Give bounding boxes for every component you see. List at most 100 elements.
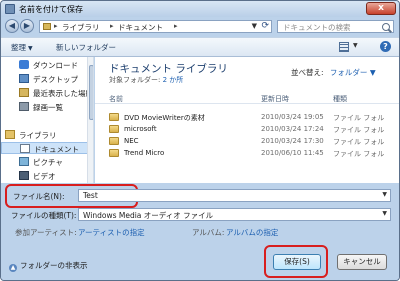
file-date: 2010/06/10 11:45 <box>261 149 324 157</box>
arrange-value: フォルダー <box>329 68 368 77</box>
file-name: Trend Micro <box>124 149 165 157</box>
search-placeholder: ドキュメントの検索 <box>283 23 351 32</box>
back-button[interactable]: ◀ <box>5 19 19 33</box>
download-icon <box>19 60 29 69</box>
file-name: NEC <box>124 137 139 145</box>
nav-item-videos[interactable]: ビデオ <box>1 170 93 182</box>
nav-item-label: ピクチャ <box>33 158 63 167</box>
scroll-thumb[interactable] <box>89 65 93 120</box>
save-button[interactable]: 保存(S) <box>273 254 321 270</box>
refresh-icon[interactable]: ⟳ <box>261 21 269 31</box>
help-icon[interactable]: ? <box>380 41 391 52</box>
nav-item-label: ダウンロード <box>33 61 78 70</box>
navigation-pane: ダウンロード デスクトップ 最近表示した場所 録画一覧 ライブラリ ドキュメント… <box>1 57 94 183</box>
breadcrumb-documents[interactable]: ドキュメント <box>118 22 163 33</box>
chevron-right-icon[interactable]: ▸ <box>174 22 178 30</box>
table-row[interactable]: DVD MovieWriterの素材 2010/03/24 19:05 ファイル… <box>95 111 399 123</box>
filename-value: Test <box>83 191 98 200</box>
view-options-icon[interactable] <box>339 42 349 52</box>
album-label: アルバム: <box>192 228 225 237</box>
nav-item-label: ビデオ <box>33 172 56 181</box>
library-icon <box>43 23 51 30</box>
artist-label: 参加アーティスト: <box>15 228 77 237</box>
folder-icon <box>109 149 119 157</box>
arrange-by: 並べ替え: フォルダー ▼ <box>291 67 376 78</box>
pictures-icon <box>19 157 29 166</box>
chevron-down-icon[interactable]: ▼ <box>252 22 257 30</box>
chevron-down-icon[interactable]: ▼ <box>353 42 358 49</box>
nav-item-label: 最近表示した場所 <box>33 89 93 98</box>
breadcrumb-library[interactable]: ライブラリ <box>62 22 100 33</box>
arrange-dropdown[interactable]: フォルダー ▼ <box>330 68 376 77</box>
search-icon <box>382 23 390 31</box>
filetype-value: Windows Media オーディオ ファイル <box>83 211 214 220</box>
file-date: 2010/03/24 17:30 <box>261 137 324 145</box>
column-header: 名前 更新日時 種類 <box>95 92 399 104</box>
save-as-dialog: 名前を付けて保存 x ◀ ▶ ▸ ライブラリ ▸ ドキュメント ▸ ▼ ⟳ ドキ… <box>0 0 400 281</box>
nav-item-recent-places[interactable]: 最近表示した場所 <box>1 87 93 99</box>
table-row[interactable]: Trend Micro 2010/06/10 11:45 ファイル フォル <box>95 147 399 159</box>
nav-item-libraries[interactable]: ライブラリ <box>1 129 93 141</box>
cancel-button[interactable]: キャンセル <box>337 254 387 270</box>
command-bar: 整理 ▼ 新しいフォルダー ▼ ? <box>1 37 399 57</box>
filetype-select[interactable]: Windows Media オーディオ ファイル ▼ <box>78 208 391 221</box>
target-folder-label: 対象フォルダー: <box>109 76 161 84</box>
nav-item-recordings[interactable]: 録画一覧 <box>1 101 93 113</box>
file-date: 2010/03/24 19:05 <box>261 113 324 121</box>
document-icon <box>20 144 30 153</box>
chevron-down-icon: ▼ <box>28 45 33 52</box>
column-name[interactable]: 名前 <box>109 94 123 104</box>
file-list-pane: ドキュメント ライブラリ 対象フォルダー: 2 か所 並べ替え: フォルダー ▼… <box>95 57 399 183</box>
address-bar[interactable]: ▸ ライブラリ ▸ ドキュメント ▸ ▼ ⟳ <box>39 20 272 33</box>
arrange-label: 並べ替え: <box>291 68 324 77</box>
organize-button[interactable]: 整理 ▼ <box>11 42 33 53</box>
file-name: microsoft <box>124 125 157 133</box>
folder-icon <box>109 125 119 133</box>
folder-icon <box>109 113 119 121</box>
table-row[interactable]: microsoft 2010/03/24 17:24 ファイル フォル <box>95 123 399 135</box>
close-button[interactable]: x <box>366 2 396 15</box>
hide-folders-label: フォルダーの非表示 <box>20 261 88 270</box>
nav-item-downloads[interactable]: ダウンロード <box>1 59 93 71</box>
file-type: ファイル フォル <box>333 150 385 158</box>
column-date[interactable]: 更新日時 <box>261 94 289 104</box>
chevron-right-icon[interactable]: ▸ <box>110 22 114 30</box>
target-folder-link[interactable]: 2 か所 <box>163 76 184 84</box>
nav-item-documents[interactable]: ドキュメント <box>1 142 93 154</box>
nav-item-label: ライブラリ <box>19 131 57 140</box>
filename-label: ファイル名(N): <box>13 192 65 201</box>
address-row: ◀ ▶ ▸ ライブラリ ▸ ドキュメント ▸ ▼ ⟳ ドキュメントの検索 <box>1 17 399 37</box>
artist-link[interactable]: アーティストの指定 <box>78 227 145 238</box>
chevron-down-icon[interactable]: ▼ <box>382 191 387 198</box>
nav-item-label: ドキュメント <box>34 145 79 154</box>
library-subtitle: 対象フォルダー: 2 か所 <box>109 75 183 85</box>
album-link[interactable]: アルバムの指定 <box>226 227 278 238</box>
nav-scrollbar[interactable] <box>87 57 93 183</box>
hide-folders-button[interactable]: ▲ フォルダーの非表示 <box>9 260 88 272</box>
column-type[interactable]: 種類 <box>333 94 347 104</box>
table-row[interactable]: NEC 2010/03/24 17:30 ファイル フォル <box>95 135 399 147</box>
nav-item-pictures[interactable]: ピクチャ <box>1 156 93 168</box>
new-folder-button[interactable]: 新しいフォルダー <box>56 42 116 53</box>
chevron-down-icon[interactable]: ▼ <box>382 210 387 217</box>
chevron-right-icon[interactable]: ▸ <box>54 22 58 30</box>
file-type: ファイル フォル <box>333 126 385 134</box>
window-title: 名前を付けて保存 <box>19 5 83 14</box>
videos-icon <box>19 171 29 180</box>
library-icon <box>5 130 15 139</box>
forward-button[interactable]: ▶ <box>20 19 34 33</box>
recent-places-icon <box>19 88 29 97</box>
chevron-up-icon: ▲ <box>9 264 17 272</box>
filename-input[interactable]: Test ▼ <box>78 189 391 202</box>
search-input[interactable]: ドキュメントの検索 <box>277 20 394 33</box>
chevron-down-icon: ▼ <box>369 68 376 77</box>
nav-item-desktop[interactable]: デスクトップ <box>1 73 93 85</box>
organize-label: 整理 <box>11 43 26 52</box>
file-name: DVD MovieWriterの素材 <box>124 114 205 122</box>
filetype-label: ファイルの種類(T): <box>11 211 77 220</box>
title-bar: 名前を付けて保存 x <box>1 1 399 17</box>
desktop-icon <box>19 74 29 83</box>
folder-icon <box>109 137 119 145</box>
file-date: 2010/03/24 17:24 <box>261 125 324 133</box>
nav-item-label: デスクトップ <box>33 75 78 84</box>
